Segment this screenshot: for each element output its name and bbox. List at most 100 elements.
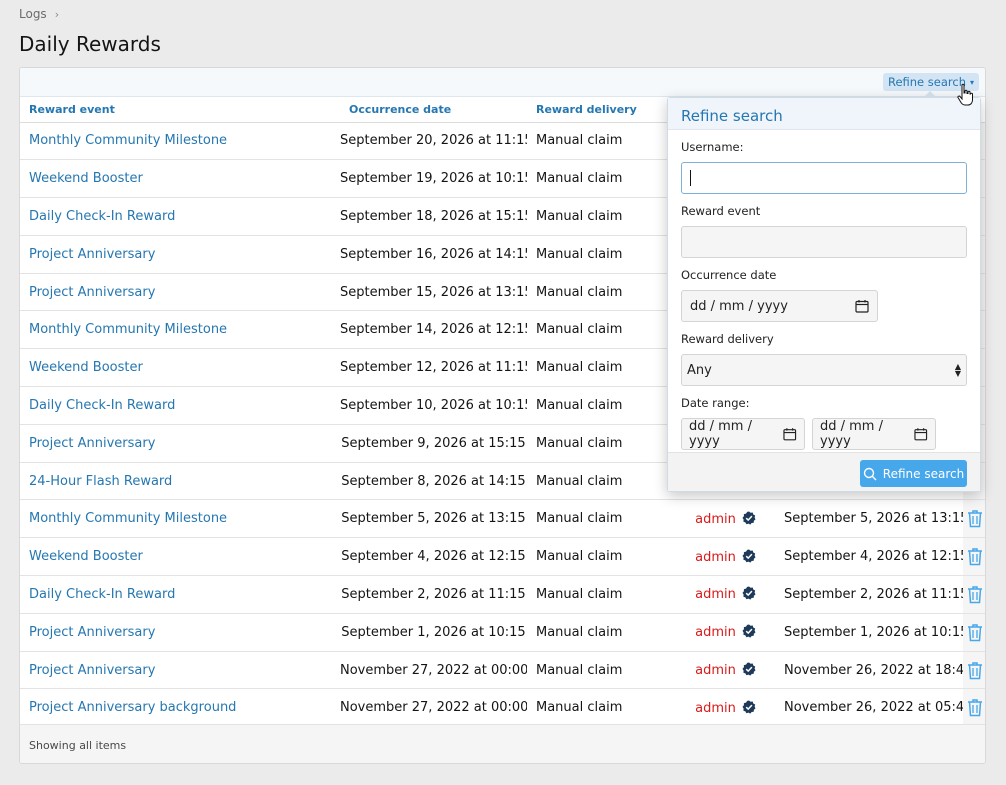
reward-event-link[interactable]: Weekend Booster xyxy=(29,549,143,564)
reward-event-label: Reward event xyxy=(681,204,761,218)
occurrence-date-cell: September 4, 2026 at 12:15 xyxy=(340,537,527,577)
username-link[interactable]: admin xyxy=(695,701,736,716)
reward-event-cell: Daily Check-In Reward xyxy=(20,197,340,236)
reward-delivery-cell: Manual claim xyxy=(527,499,667,539)
reward-event-cell: Weekend Booster xyxy=(20,348,340,388)
trash-icon[interactable] xyxy=(967,698,983,717)
reward-event-cell: Project Anniversary background xyxy=(20,688,340,728)
refine-search-menu: Refine search Username: Reward event Occ… xyxy=(667,91,981,492)
occurrence-date-cell: September 14, 2026 at 12:15 xyxy=(340,310,527,350)
reward-delivery-cell: Manual claim xyxy=(527,122,667,161)
reward-event-cell: Monthly Community Milestone xyxy=(20,499,340,539)
occurrence-date-cell: September 12, 2026 at 11:15 xyxy=(340,348,527,388)
date-range-label: Date range: xyxy=(681,396,750,410)
refine-menu-footer: Refine search xyxy=(668,452,980,491)
calendar-icon[interactable] xyxy=(783,427,797,441)
reward-event-cell: Weekend Booster xyxy=(20,159,340,199)
reward-event-cell: Daily Check-In Reward xyxy=(20,575,340,614)
date-range-start-placeholder: dd / mm / yyyy xyxy=(689,419,752,449)
verified-check-icon xyxy=(742,624,756,638)
calendar-icon[interactable] xyxy=(855,299,869,313)
reward-event-cell: Project Anniversary xyxy=(20,613,340,652)
trash-icon[interactable] xyxy=(967,585,983,604)
reward-event-cell: Daily Check-In Reward xyxy=(20,386,340,425)
reward-event-input[interactable] xyxy=(681,226,967,258)
username-link[interactable]: admin xyxy=(695,625,736,640)
reward-event-link[interactable]: Monthly Community Milestone xyxy=(29,322,227,337)
select-arrows-icon: ▲ ▼ xyxy=(954,362,961,378)
username-link[interactable]: admin xyxy=(695,587,736,602)
date-range-start-input[interactable]: dd / mm / yyyy xyxy=(681,418,805,450)
reward-event-link[interactable]: 24-Hour Flash Reward xyxy=(29,474,172,489)
reward-event-link[interactable]: Daily Check-In Reward xyxy=(29,587,175,602)
reward-event-link[interactable]: Project Anniversary xyxy=(29,285,155,300)
reward-event-link[interactable]: Weekend Booster xyxy=(29,171,143,186)
claimed-date-cell: November 26, 2022 at 05:47 xyxy=(784,688,963,728)
reward-delivery-label: Reward delivery xyxy=(681,332,774,346)
username-link[interactable]: admin xyxy=(695,663,736,678)
trash-icon[interactable] xyxy=(967,623,983,642)
reward-delivery-value: Any xyxy=(687,362,712,378)
occurrence-date-placeholder: dd / mm / yyyy xyxy=(690,298,788,314)
table-row: Daily Check-In Reward September 2, 2026 … xyxy=(20,575,985,614)
occurrence-date-input[interactable]: dd / mm / yyyy xyxy=(681,290,878,322)
hand-pointer-icon xyxy=(957,83,973,106)
text-cursor xyxy=(690,170,691,186)
trash-icon[interactable] xyxy=(967,547,983,566)
table-row: Project Anniversary September 1, 2026 at… xyxy=(20,613,985,652)
occurrence-date-cell: September 9, 2026 at 15:15 xyxy=(340,424,527,463)
reward-event-cell: Project Anniversary xyxy=(20,651,340,690)
reward-event-link[interactable]: Monthly Community Milestone xyxy=(29,511,227,526)
reward-event-link[interactable]: Project Anniversary xyxy=(29,663,155,678)
reward-delivery-cell: Manual claim xyxy=(527,613,667,652)
user-cell: admin xyxy=(667,651,784,690)
reward-delivery-cell: Manual claim xyxy=(527,688,667,728)
claimed-date-cell: September 5, 2026 at 13:15 xyxy=(784,499,963,539)
filter-bar: Refine search ▾ xyxy=(20,68,985,97)
delete-cell xyxy=(963,575,985,614)
reward-event-link[interactable]: Project Anniversary background xyxy=(29,700,236,715)
occurrence-date-cell: September 19, 2026 at 10:15 xyxy=(340,159,527,199)
reward-delivery-cell: Manual claim xyxy=(527,348,667,388)
search-icon xyxy=(863,467,877,480)
table-row: Project Anniversary background November … xyxy=(20,688,985,728)
table-row: Project Anniversary November 27, 2022 at… xyxy=(20,651,985,690)
breadcrumb-logs-link[interactable]: Logs xyxy=(19,7,47,21)
occurrence-date-cell: September 20, 2026 at 11:15 xyxy=(340,122,527,161)
user-cell: admin xyxy=(667,613,784,652)
column-header-reward-delivery[interactable]: Reward delivery xyxy=(527,97,667,123)
reward-delivery-cell: Manual claim xyxy=(527,159,667,199)
date-range-end-input[interactable]: dd / mm / yyyy xyxy=(812,418,936,450)
trash-icon[interactable] xyxy=(967,661,983,680)
reward-delivery-cell: Manual claim xyxy=(527,235,667,274)
reward-event-link[interactable]: Project Anniversary xyxy=(29,625,155,640)
reward-delivery-cell: Manual claim xyxy=(527,386,667,425)
reward-delivery-select[interactable]: Any ▲ ▼ xyxy=(681,354,967,386)
reward-event-link[interactable]: Monthly Community Milestone xyxy=(29,133,227,148)
username-link[interactable]: admin xyxy=(695,550,736,565)
username-link[interactable]: admin xyxy=(695,512,736,527)
reward-delivery-cell: Manual claim xyxy=(527,462,667,501)
reward-event-cell: Project Anniversary xyxy=(20,424,340,463)
refine-search-button[interactable]: Refine search xyxy=(860,460,967,487)
username-input[interactable] xyxy=(681,162,967,194)
reward-event-link[interactable]: Project Anniversary xyxy=(29,247,155,262)
table-row: Weekend Booster September 4, 2026 at 12:… xyxy=(20,537,985,577)
reward-event-link[interactable]: Weekend Booster xyxy=(29,360,143,375)
refine-menu-title: Refine search xyxy=(668,98,980,130)
delete-cell xyxy=(963,537,985,577)
occurrence-date-cell: September 10, 2026 at 10:15 xyxy=(340,386,527,425)
calendar-icon[interactable] xyxy=(914,427,928,441)
reward-event-link[interactable]: Daily Check-In Reward xyxy=(29,209,175,224)
occurrence-date-cell: September 16, 2026 at 14:15 xyxy=(340,235,527,274)
verified-check-icon xyxy=(742,700,756,714)
column-header-reward-event[interactable]: Reward event xyxy=(20,97,340,123)
column-header-occurrence-date[interactable]: Occurrence date xyxy=(340,97,527,123)
table-row: Monthly Community Milestone September 5,… xyxy=(20,499,985,539)
verified-check-icon xyxy=(742,586,756,601)
reward-event-cell: Monthly Community Milestone xyxy=(20,310,340,350)
reward-event-link[interactable]: Project Anniversary xyxy=(29,436,155,451)
reward-event-cell: Project Anniversary xyxy=(20,235,340,274)
trash-icon[interactable] xyxy=(967,509,983,528)
reward-event-link[interactable]: Daily Check-In Reward xyxy=(29,398,175,413)
